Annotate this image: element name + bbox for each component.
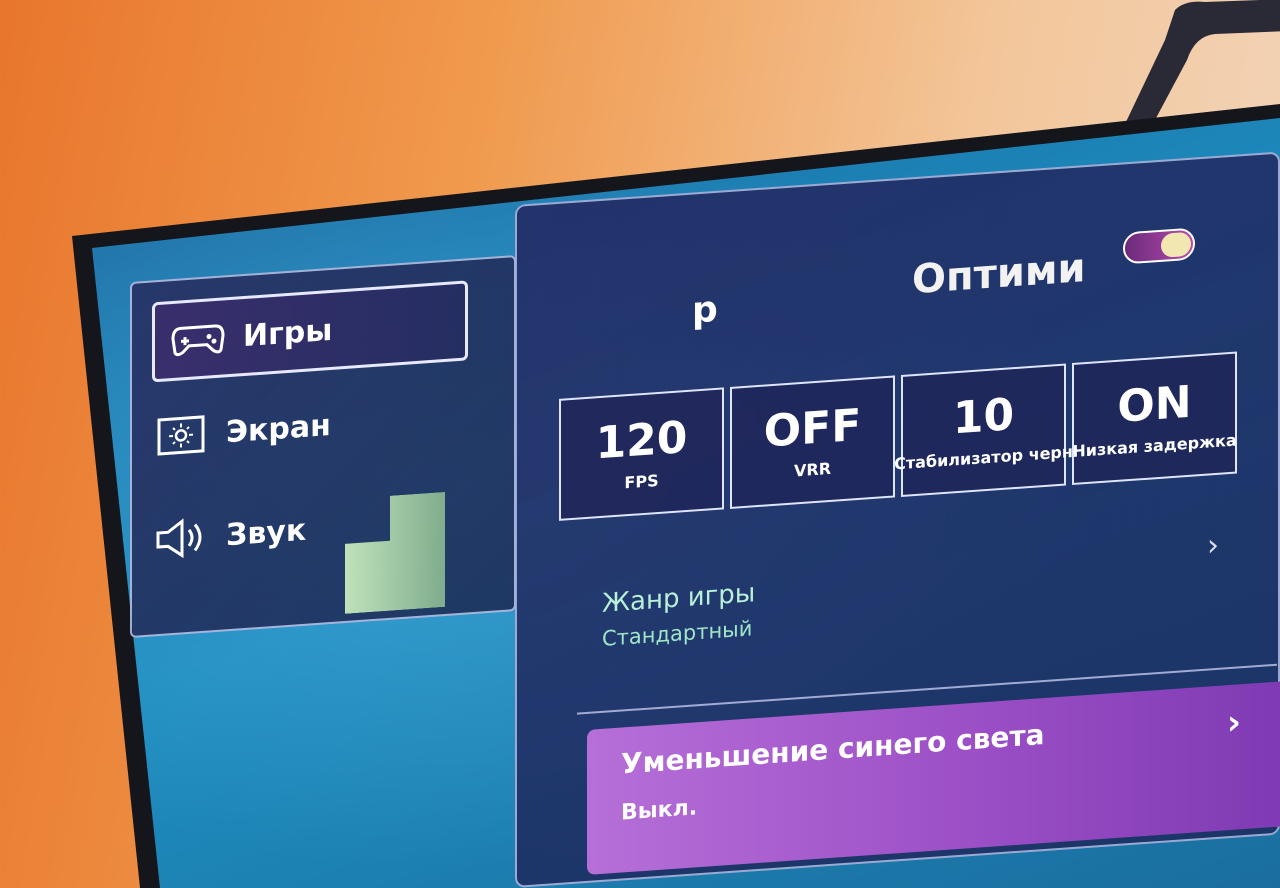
sidebar-item-screen[interactable]: Экран: [154, 405, 331, 457]
speaker-icon: [154, 517, 208, 561]
brightness-icon: [154, 414, 208, 458]
toggle-knob: [1161, 231, 1191, 258]
stat-label: Низкая задержка: [1072, 430, 1237, 461]
genre-title: Жанр игры: [602, 578, 756, 619]
stat-label: VRR: [793, 458, 832, 481]
stat-value: ON: [1117, 376, 1192, 434]
sidebar-item-label: Звук: [226, 512, 307, 553]
stat-vrr: OFF VRR: [730, 375, 895, 509]
chevron-right-icon: ›: [1207, 527, 1219, 564]
stat-black-stabilizer: 10 Стабилизатор черн: [894, 363, 1073, 498]
optimizer-toggle[interactable]: [1123, 227, 1195, 265]
stats-row: 120 FPS OFF VRR 10 Стабилизатор черн ON …: [559, 351, 1237, 521]
stat-value: 120: [595, 412, 688, 470]
stat-label: Стабилизатор черн: [894, 441, 1073, 474]
sidebar-item-label: Игры: [243, 312, 333, 354]
panel-title: р: [692, 288, 718, 332]
optimizer-label: Оптими: [912, 245, 1086, 304]
sidebar-item-games[interactable]: Игры: [152, 280, 468, 383]
stat-label: FPS: [624, 470, 659, 493]
stat-value: 10: [952, 389, 1015, 445]
stat-value: OFF: [763, 400, 862, 458]
tv: Игры Экран Звук р Оптими 120 FPS OFF VRR…: [0, 0, 1280, 888]
stat-low-latency: ON Низкая задержка: [1072, 351, 1237, 486]
sidebar-item-sound[interactable]: Звук: [154, 510, 306, 561]
genre-value: Стандартный: [602, 616, 753, 651]
gamepad-icon: [171, 317, 225, 361]
genre-setting[interactable]: Жанр игры Стандартный: [602, 578, 755, 651]
sidebar-item-label: Экран: [226, 407, 331, 450]
settings-sidebar: Игры Экран Звук: [130, 255, 516, 639]
chevron-right-icon: ›: [1227, 702, 1242, 744]
stat-fps: 120 FPS: [559, 387, 724, 521]
game-optimizer-panel: р Оптими 120 FPS OFF VRR 10 Стабилизатор…: [515, 151, 1280, 888]
